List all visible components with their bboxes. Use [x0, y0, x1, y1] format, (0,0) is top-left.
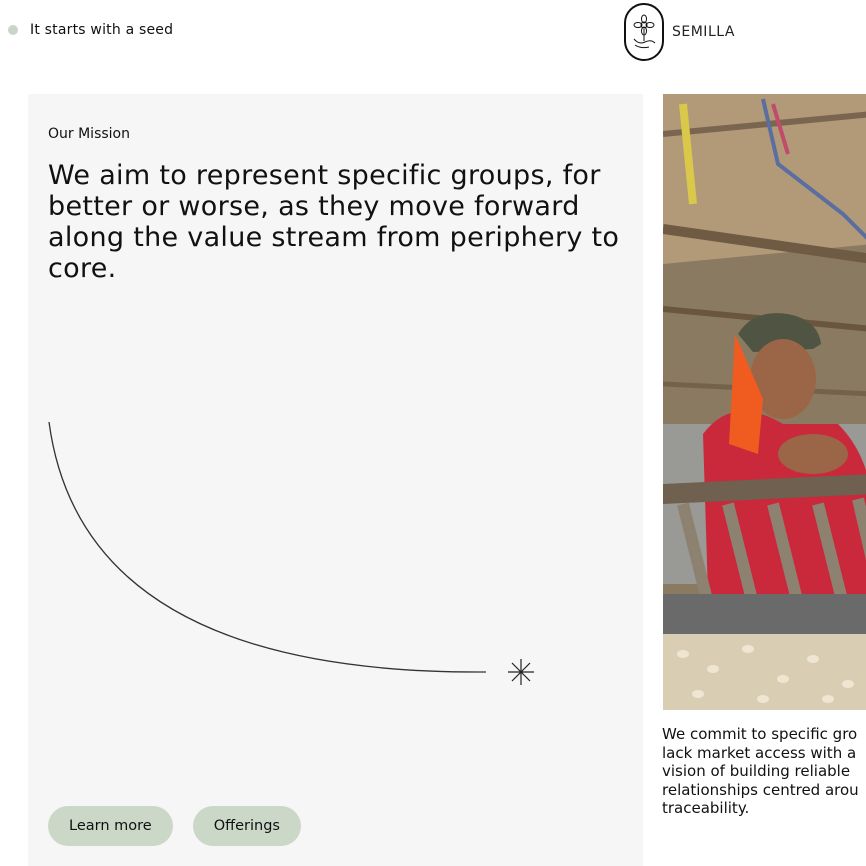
- commitment-line: traceability.: [662, 799, 750, 817]
- tagline: It starts with a seed: [8, 22, 173, 38]
- commitment-line: We commit to specific gro: [662, 725, 858, 743]
- mission-panel: Our Mission We aim to represent specific…: [28, 94, 643, 866]
- brand-link[interactable]: SEMILLA: [624, 3, 735, 61]
- flower-hand-logo-icon: [624, 3, 664, 61]
- asterisk-star-icon: [508, 659, 534, 685]
- commitment-line: relationships centred arou: [662, 780, 859, 799]
- top-bar: It starts with a seed SEMILLA: [0, 0, 866, 66]
- commitment-line: lack market access with a: [662, 743, 857, 762]
- brand-name: SEMILLA: [672, 24, 735, 40]
- tagline-text: It starts with a seed: [30, 22, 174, 38]
- offerings-button[interactable]: Offerings: [192, 806, 301, 846]
- learn-more-button[interactable]: Learn more: [48, 806, 173, 846]
- mission-actions: Learn more Offerings: [48, 806, 301, 846]
- status-dot-icon: [8, 25, 18, 35]
- coffee-farmer-photo: [663, 94, 866, 710]
- decorative-curve: [48, 421, 534, 685]
- commitment-text: We commit to specific gro lack market ac…: [662, 725, 866, 825]
- commitment-line: vision of building reliable: [662, 762, 851, 780]
